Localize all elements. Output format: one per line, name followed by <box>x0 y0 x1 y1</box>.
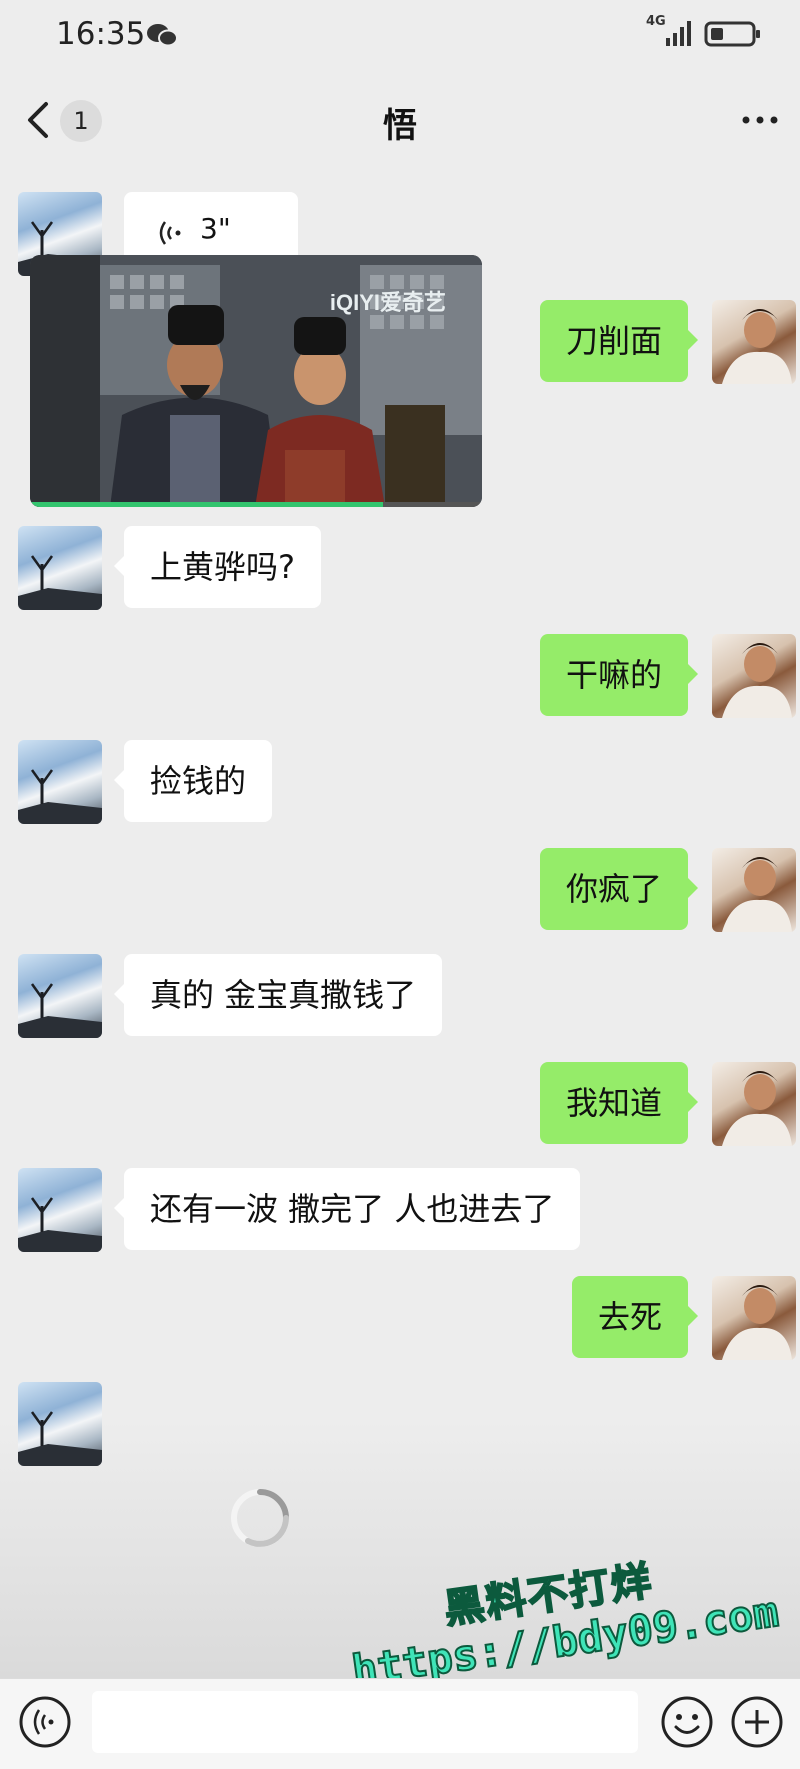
message-input[interactable] <box>92 1691 638 1753</box>
avatar-person-icon <box>722 1071 792 1146</box>
avatar-figure-icon <box>18 983 102 1038</box>
avatar-person-icon <box>722 643 792 718</box>
avatar-figure-icon <box>18 555 102 610</box>
voice-wave-icon <box>159 221 181 245</box>
message-bubble-sent[interactable]: 去死 <box>571 1276 699 1358</box>
voice-input-icon[interactable] <box>18 1695 72 1749</box>
chat-title: 悟 <box>383 106 417 146</box>
message-bubble-received[interactable]: 上黄骅吗? <box>114 526 321 608</box>
signal-icon <box>666 21 691 46</box>
status-time: 16:35 <box>56 16 146 52</box>
battery-icon <box>704 21 760 47</box>
avatar-figure-icon <box>18 1197 102 1252</box>
avatar-figure-icon <box>18 769 102 824</box>
peer-avatar[interactable] <box>18 1382 102 1466</box>
my-avatar[interactable] <box>712 300 796 384</box>
my-avatar[interactable] <box>712 634 796 718</box>
plus-icon[interactable] <box>730 1695 784 1749</box>
video-watermark: iQIYI爱奇艺 <box>329 290 446 315</box>
chat-input-bar <box>0 1678 800 1769</box>
avatar-person-icon <box>722 309 792 384</box>
my-avatar[interactable] <box>712 1062 796 1146</box>
message-bubble-received[interactable]: 捡钱的 <box>113 740 273 822</box>
peer-avatar[interactable] <box>18 740 102 824</box>
avatar-figure-icon <box>18 1411 102 1466</box>
video-progress-fill <box>30 502 383 507</box>
message-bubble-sent[interactable]: 刀削面 <box>539 300 699 382</box>
peer-avatar[interactable] <box>18 1168 102 1252</box>
message-bubble-received[interactable]: 还有一波 撒完了 人也进去了 <box>113 1168 581 1250</box>
avatar-person-icon <box>722 857 792 932</box>
status-bar: 16:35 4G <box>0 0 800 70</box>
message-bubble-sent[interactable]: 我知道 <box>539 1062 699 1144</box>
loading-spinner-icon <box>231 1489 289 1547</box>
more-dots-icon[interactable] <box>740 110 780 130</box>
my-avatar[interactable] <box>712 848 796 932</box>
wechat-icon <box>147 24 178 47</box>
peer-avatar[interactable] <box>18 954 102 1038</box>
video-progress-bar <box>30 502 482 507</box>
message-bubble-received[interactable]: 真的 金宝真撒钱了 <box>113 954 443 1036</box>
video-message[interactable]: iQIYI爱奇艺 <box>30 255 482 507</box>
message-bubble-sent[interactable]: 干嘛的 <box>539 634 699 716</box>
message-bubble-sent[interactable]: 你疯了 <box>539 848 699 930</box>
avatar-person-icon <box>722 1285 792 1360</box>
chat-header: 1 悟 <box>0 70 800 170</box>
peer-avatar[interactable] <box>18 526 102 610</box>
voice-duration: 3" <box>200 212 231 245</box>
emoji-icon[interactable] <box>660 1695 714 1749</box>
my-avatar[interactable] <box>712 1276 796 1360</box>
